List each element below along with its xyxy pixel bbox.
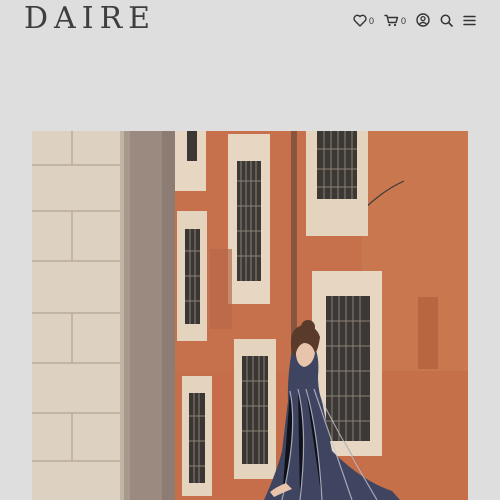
search-icon[interactable]: [440, 14, 453, 27]
wishlist-button[interactable]: 0: [353, 14, 374, 27]
cart-icon: [384, 14, 399, 27]
account-icon[interactable]: [416, 13, 430, 27]
site-logo[interactable]: DAIRE: [24, 2, 156, 36]
menu-icon[interactable]: [463, 15, 476, 26]
hero-image: [32, 131, 468, 500]
wishlist-count: 0: [368, 16, 374, 26]
heart-icon: [353, 14, 367, 27]
site-header: DAIRE 0 0: [0, 0, 500, 40]
header-icons: 0 0: [353, 11, 476, 29]
cart-count: 0: [400, 16, 406, 26]
cart-button[interactable]: 0: [384, 14, 406, 27]
